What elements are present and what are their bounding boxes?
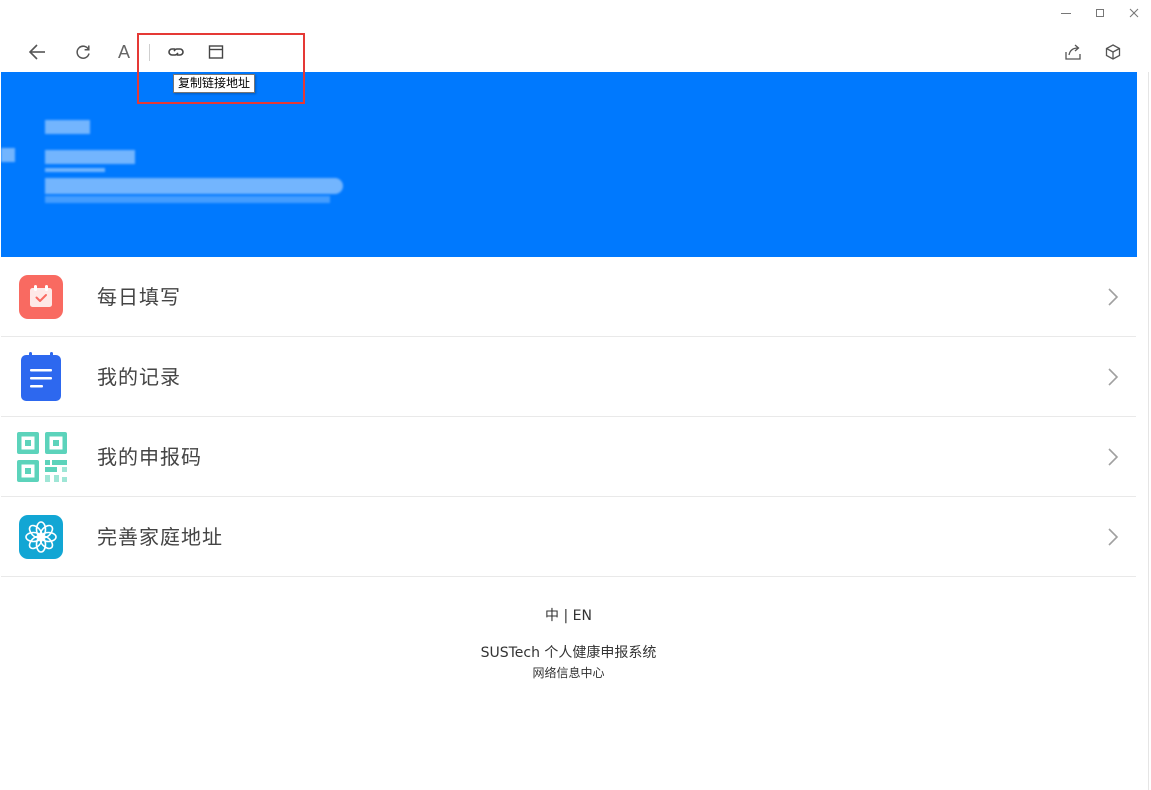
page-footer: 中 | EN SUSTech 个人健康申报系统 网络信息中心 (0, 606, 1137, 682)
user-info-banner (1, 72, 1137, 257)
maximize-icon (1096, 9, 1104, 17)
toolbar-divider (149, 44, 150, 61)
function-menu: 每日填写 我的记录 我的申报码 完善家庭地址 (1, 257, 1136, 577)
share-button[interactable] (1061, 40, 1085, 64)
font-size-button[interactable]: A (112, 40, 136, 64)
menu-item-label: 每日填写 (97, 285, 181, 309)
share-icon (1065, 44, 1081, 60)
link-icon (168, 48, 184, 56)
menu-item-label: 我的申报码 (97, 445, 202, 469)
close-button[interactable] (1117, 0, 1151, 26)
redacted-department-shadow (45, 196, 330, 203)
redacted-marker (1, 148, 15, 162)
open-in-browser-button[interactable] (204, 40, 228, 64)
menu-item-label: 完善家庭地址 (97, 525, 223, 549)
minimize-button[interactable] (1049, 0, 1083, 26)
notepad-icon (18, 352, 64, 401)
chevron-right-icon (1108, 528, 1119, 546)
window-controls (1049, 0, 1151, 26)
menu-item-home-address[interactable]: 完善家庭地址 (1, 497, 1136, 577)
organization-name: 网络信息中心 (532, 666, 605, 680)
minimize-icon (1061, 13, 1071, 14)
lang-separator: | (559, 608, 573, 624)
lang-zh-link[interactable]: 中 (545, 608, 559, 624)
system-title: SUSTech 个人健康申报系统 (480, 645, 657, 661)
mini-program-button[interactable] (1101, 40, 1125, 64)
chevron-right-icon (1108, 288, 1119, 306)
language-switcher: 中 | EN (0, 606, 1137, 626)
maximize-button[interactable] (1083, 0, 1117, 26)
back-button[interactable] (25, 40, 49, 64)
chevron-right-icon (1108, 368, 1119, 386)
refresh-icon (76, 45, 90, 59)
lang-en-link[interactable]: EN (573, 608, 592, 624)
calendar-check-icon (18, 274, 64, 320)
redacted-line (45, 168, 105, 172)
refresh-button[interactable] (71, 40, 95, 64)
window-edge (1148, 72, 1149, 790)
cube-icon (1105, 44, 1121, 60)
redacted-name (45, 120, 90, 134)
copy-link-tooltip: 复制链接地址 (173, 74, 256, 93)
qrcode-icon (16, 431, 68, 483)
redacted-id (45, 150, 135, 164)
close-icon (1129, 8, 1139, 18)
menu-item-daily-report[interactable]: 每日填写 (1, 257, 1136, 337)
menu-item-my-records[interactable]: 我的记录 (1, 337, 1136, 417)
menu-item-label: 我的记录 (97, 365, 181, 389)
copy-link-button[interactable] (164, 40, 188, 64)
menu-item-my-code[interactable]: 我的申报码 (1, 417, 1136, 497)
redacted-department (45, 178, 343, 194)
browser-toolbar: A (0, 30, 1151, 72)
chevron-right-icon (1108, 448, 1119, 466)
arrow-left-icon (28, 44, 45, 60)
browser-window-icon (208, 45, 224, 59)
flower-icon (18, 514, 64, 560)
